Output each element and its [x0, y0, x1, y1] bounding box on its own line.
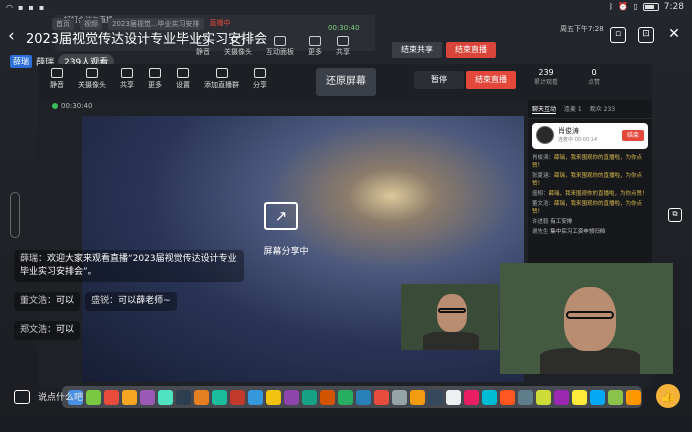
alarm-icon: ⏰ — [618, 2, 629, 11]
presenter-face — [564, 287, 616, 351]
comment-item: 盛锐：可以薛老师~ — [85, 292, 177, 311]
status-bar: ◠ ▪ ▪ ▪ ᛒ ⏰ ▯ 7:28 — [0, 0, 692, 16]
end-live-button[interactable]: 结束直播 — [466, 71, 516, 89]
pause-button[interactable]: 暂停 — [414, 71, 464, 89]
camera-button[interactable]: 关摄像头 — [78, 68, 106, 90]
copy-icon[interactable]: ⧉ — [668, 208, 682, 222]
status-right-icons: ᛒ ⏰ ▯ 7:28 — [609, 2, 684, 12]
more-icon — [149, 68, 161, 78]
stat-views: 239 累计观看 — [534, 68, 559, 86]
glasses-icon — [566, 311, 614, 319]
side-handle[interactable] — [10, 192, 20, 238]
notification-icon: ▪ — [28, 3, 34, 12]
chat-tabs: 聊天互动 连麦 1 观众 233 — [528, 100, 652, 119]
chat-message: 许进毅 有工安排 — [532, 219, 573, 225]
settings-button[interactable]: 设置 — [176, 68, 190, 90]
live-stats: 239 累计观看 0 点赞 — [534, 68, 600, 86]
app-toolbar: 静音 关摄像头 共享 更多 设置 添加直播群 分享 还原屏幕 暂停 结束直播 2… — [38, 64, 652, 100]
comment-list: 薛瑞：欢迎大家来观看直播“2023届视觉传达设计专业毕业实习安排会”。 董文浩：… — [14, 250, 244, 346]
forward-button[interactable]: 分享 — [253, 68, 267, 90]
camera-icon — [86, 68, 98, 78]
presenter-status: 连麦中 00:00:14 — [558, 137, 598, 143]
tab-mic[interactable]: 连麦 1 — [564, 104, 582, 114]
end-mic-button[interactable]: 结束 — [622, 130, 644, 141]
live-timer: 00:30:40 — [52, 102, 92, 110]
screen: ◠ ▪ ▪ ▪ ᛒ ⏰ ▯ 7:28 钉钉会议与直播 首页 视频 2023届视觉… — [0, 0, 692, 432]
glasses-icon — [438, 308, 466, 313]
chat-message: 盛栩：薛瑞，我来围观你的直播啦，为你点赞！ — [532, 191, 648, 197]
stat-likes: 0 点赞 — [588, 68, 601, 86]
add-group-button[interactable]: 添加直播群 — [204, 68, 239, 90]
chat-message: 肖俊涛：薛瑞，我来围观你的直播啦，为你点赞！ — [532, 155, 643, 169]
forward-icon — [254, 68, 266, 78]
comment-input[interactable] — [38, 388, 138, 408]
comment-item: 薛瑞：欢迎大家来观看直播“2023届视觉传达设计专业毕业实习安排会”。 — [14, 250, 244, 282]
comment-item: 董文浩：可以 — [14, 292, 81, 311]
presenter-body — [423, 332, 479, 350]
wifi-icon: ◠ — [6, 3, 13, 12]
camera-tile-small[interactable] — [401, 284, 499, 350]
live-dot-icon — [52, 103, 58, 109]
screen-share-label: 屏幕分享中 — [263, 247, 309, 257]
mute-button[interactable]: 静音 — [50, 68, 64, 90]
add-group-icon — [215, 68, 228, 78]
avatar — [536, 126, 554, 144]
close-icon[interactable]: ✕ — [666, 27, 682, 43]
presenter-name: 肖俊涛 — [558, 127, 579, 135]
screen-cast-icon[interactable]: ⊡ — [638, 27, 654, 43]
chat-message: 董文浩：薛瑞，我来围观你的直播啦，为你点赞！ — [532, 201, 643, 215]
settings-icon — [177, 68, 189, 78]
live-header: ‹ 2023届视觉传达设计专业毕业实习安排会 ▫ ⊡ ✕ — [0, 22, 692, 50]
thumbs-up-icon[interactable]: 👍 — [656, 384, 680, 408]
header-icons: ▫ ⊡ ✕ — [610, 27, 682, 43]
tab-chat[interactable]: 聊天互动 — [532, 104, 557, 114]
notification-icon: ▪ — [38, 3, 45, 12]
restore-screen-button[interactable]: 还原屏幕 — [316, 68, 376, 96]
notification-icon: ▪ — [17, 3, 24, 12]
share-button[interactable]: 共享 — [120, 68, 134, 90]
live-title: 2023届视觉传达设计专业毕业实习安排会 — [26, 32, 268, 47]
share-icon — [121, 68, 133, 78]
more-button[interactable]: 更多 — [148, 68, 162, 90]
presenter-row: 肖俊涛 连麦中 00:00:14 结束 — [532, 123, 648, 149]
vibrate-icon: ▯ — [633, 2, 638, 11]
status-left-icons: ◠ ▪ ▪ ▪ — [6, 3, 44, 13]
tab-audience[interactable]: 观众 233 — [590, 104, 615, 114]
presenter-face — [437, 294, 467, 332]
keyboard-icon[interactable] — [14, 390, 30, 404]
bluetooth-icon: ᛒ — [608, 2, 614, 11]
battery-icon — [642, 3, 659, 11]
camera-tile-large[interactable] — [500, 263, 673, 374]
bottom-bar — [0, 386, 692, 410]
chat-message: 张夏涵：薛瑞，我来围观你的直播啦，为你点赞！ — [532, 173, 643, 187]
presenter-body — [540, 348, 640, 374]
status-time: 7:28 — [663, 2, 684, 12]
mic-icon — [51, 68, 63, 78]
host-avatar[interactable]: 薛瑞 — [10, 54, 32, 68]
back-icon[interactable]: ‹ — [8, 26, 15, 46]
floating-window-icon[interactable]: ▫ — [610, 27, 626, 43]
comment-item: 郑文浩：可以 — [14, 321, 81, 340]
screen-share-icon: ↗ — [264, 202, 298, 230]
chat-message: 谢先生 集中实习工资申领归档 — [532, 229, 606, 235]
app-tools: 静音 关摄像头 共享 更多 设置 添加直播群 分享 — [50, 68, 267, 90]
